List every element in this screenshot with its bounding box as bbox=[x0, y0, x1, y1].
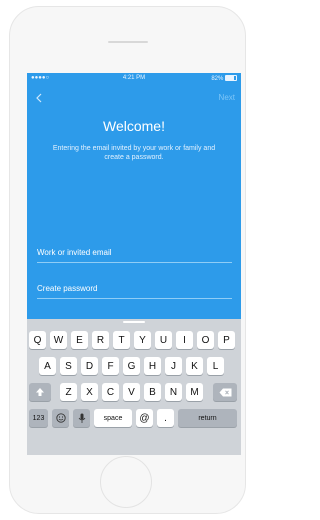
earpiece bbox=[108, 41, 148, 43]
key-v[interactable]: V bbox=[123, 383, 140, 401]
phone-screen: ●●●●○ 4:21 PM 82% Next Welcome! Entering… bbox=[27, 73, 241, 455]
back-chevron-icon[interactable] bbox=[33, 91, 47, 105]
welcome-subtitle: Entering the email invited by your work … bbox=[52, 145, 216, 161]
battery-indicator: 82% bbox=[211, 75, 237, 82]
emoji-icon bbox=[55, 413, 66, 423]
keyboard: Q W E R T Y U I O P A S D F G H J K L Z … bbox=[27, 319, 241, 455]
return-key[interactable]: return bbox=[178, 409, 237, 427]
home-button[interactable] bbox=[100, 456, 152, 508]
keyboard-handle bbox=[123, 321, 145, 323]
at-key[interactable]: @ bbox=[136, 409, 153, 427]
status-time: 4:21 PM bbox=[122, 75, 146, 81]
status-bar: ●●●●○ 4:21 PM 82% bbox=[27, 73, 241, 83]
password-input[interactable] bbox=[37, 284, 232, 293]
key-j[interactable]: J bbox=[165, 357, 182, 375]
key-x[interactable]: X bbox=[81, 383, 98, 401]
key-b[interactable]: B bbox=[144, 383, 161, 401]
key-a[interactable]: A bbox=[39, 357, 56, 375]
key-s[interactable]: S bbox=[60, 357, 77, 375]
emoji-key[interactable] bbox=[52, 409, 69, 427]
key-k[interactable]: K bbox=[186, 357, 203, 375]
key-l[interactable]: L bbox=[207, 357, 224, 375]
key-q[interactable]: Q bbox=[29, 331, 46, 349]
backspace-key[interactable] bbox=[213, 383, 237, 401]
backspace-icon bbox=[219, 388, 232, 397]
battery-icon bbox=[225, 75, 237, 81]
key-h[interactable]: H bbox=[144, 357, 161, 375]
key-z[interactable]: Z bbox=[60, 383, 77, 401]
key-e[interactable]: E bbox=[71, 331, 88, 349]
key-g[interactable]: G bbox=[123, 357, 140, 375]
numbers-key[interactable]: 123 bbox=[29, 409, 48, 427]
key-n[interactable]: N bbox=[165, 383, 182, 401]
microphone-key[interactable] bbox=[73, 409, 90, 427]
key-y[interactable]: Y bbox=[134, 331, 151, 349]
space-key[interactable]: space bbox=[94, 409, 132, 427]
key-o[interactable]: O bbox=[197, 331, 214, 349]
key-w[interactable]: W bbox=[50, 331, 67, 349]
period-key[interactable]: . bbox=[157, 409, 174, 427]
key-r[interactable]: R bbox=[92, 331, 109, 349]
key-t[interactable]: T bbox=[113, 331, 130, 349]
password-field[interactable] bbox=[37, 284, 232, 299]
email-input[interactable] bbox=[37, 248, 232, 257]
key-u[interactable]: U bbox=[155, 331, 172, 349]
microphone-icon bbox=[78, 413, 86, 424]
key-p[interactable]: P bbox=[218, 331, 235, 349]
shift-key[interactable] bbox=[29, 383, 51, 401]
shift-icon bbox=[35, 387, 45, 397]
welcome-title: Welcome! bbox=[103, 118, 165, 134]
battery-percent: 82% bbox=[211, 76, 224, 82]
key-i[interactable]: I bbox=[176, 331, 193, 349]
key-f[interactable]: F bbox=[102, 357, 119, 375]
next-button[interactable]: Next bbox=[219, 93, 235, 102]
key-d[interactable]: D bbox=[81, 357, 98, 375]
key-c[interactable]: C bbox=[102, 383, 119, 401]
key-m[interactable]: M bbox=[186, 383, 203, 401]
email-field[interactable] bbox=[37, 248, 232, 263]
